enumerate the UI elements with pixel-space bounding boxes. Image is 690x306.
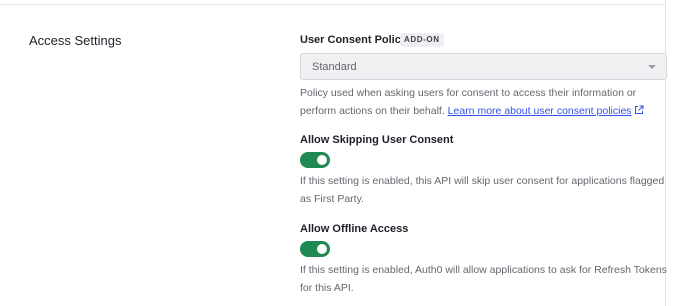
offline-access-toggle[interactable] [300, 241, 330, 257]
offline-access-description: If this setting is enabled, Auth0 will a… [300, 264, 667, 294]
consent-policy-label: User Consent Policy [300, 34, 407, 46]
skip-consent-description: If this setting is enabled, this API wil… [300, 175, 665, 205]
toggle-knob [317, 155, 327, 165]
section-divider [0, 4, 666, 5]
add-on-badge: ADD-ON [400, 33, 444, 47]
offline-access-label: Allow Offline Access [300, 223, 409, 235]
section-title: Access Settings [29, 33, 122, 48]
skip-consent-label: Allow Skipping User Consent [300, 134, 454, 146]
consent-policy-selected-value: Standard [312, 61, 357, 73]
consent-policy-description: Policy used when asking users for consen… [300, 85, 670, 121]
learn-more-consent-policies-link[interactable]: Learn more about user consent policies [448, 105, 632, 117]
learn-more-link-text: Learn more about user consent policies [447, 104, 632, 117]
settings-panel: Access Settings User Consent Policy ADD-… [0, 0, 667, 306]
skip-consent-toggle[interactable] [300, 152, 330, 168]
external-link-icon[interactable] [634, 104, 644, 122]
consent-policy-select[interactable]: Standard [300, 53, 667, 80]
toggle-knob [317, 244, 327, 254]
chevron-down-icon [648, 65, 656, 69]
